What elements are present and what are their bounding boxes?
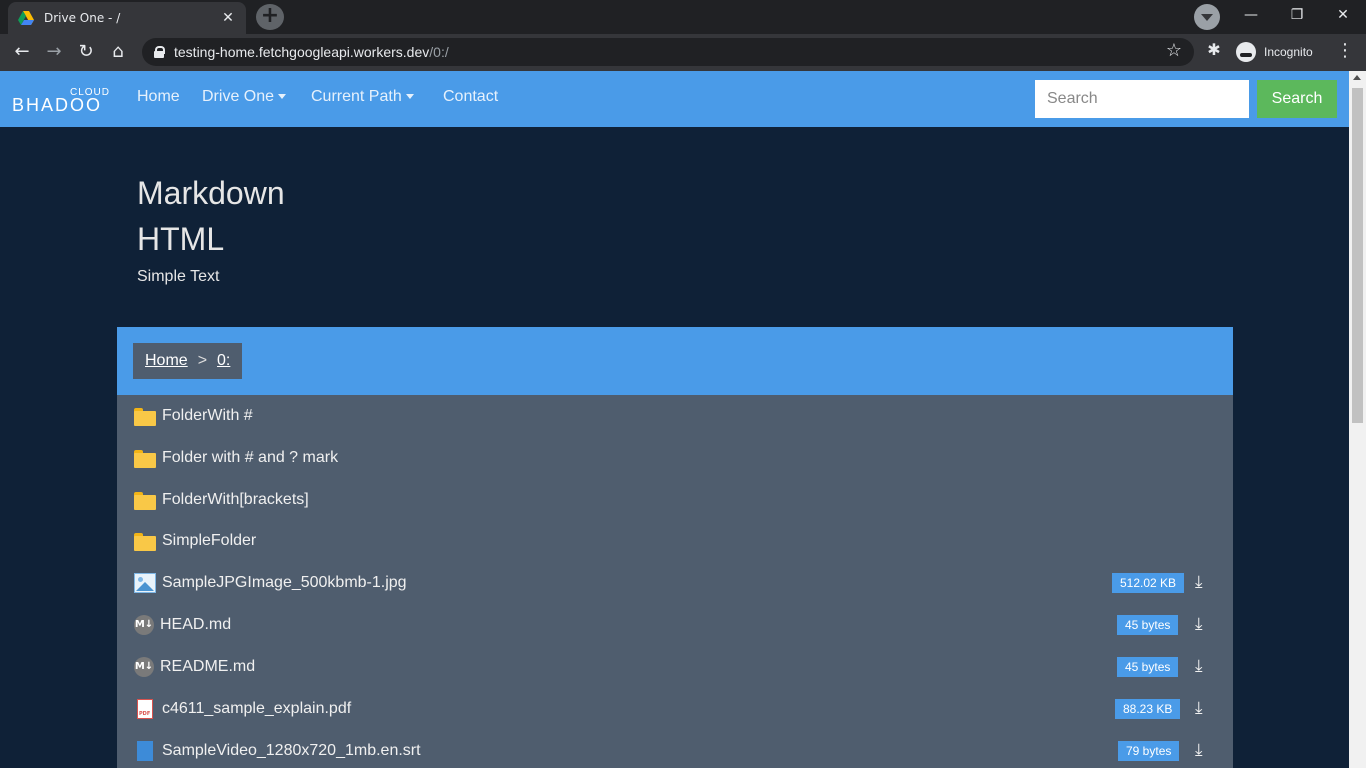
url-host: testing-home.fetchgoogleapi.workers.dev: [174, 44, 430, 60]
pdf-file-icon: [137, 699, 153, 719]
tab-title: Drive One - /: [44, 11, 121, 25]
tab-close-icon[interactable]: ✕: [220, 10, 236, 26]
browser-tab-strip: Drive One - / ✕ + — ❐ ✕: [0, 0, 1366, 34]
site-navbar: CLOUD BHADOO Home Drive One Current Path…: [0, 71, 1349, 127]
incognito-icon: [1236, 42, 1256, 62]
readme-heading-html: HTML: [137, 221, 225, 257]
page-viewport: CLOUD BHADOO Home Drive One Current Path…: [0, 71, 1349, 768]
list-item[interactable]: FolderWith[brackets]: [117, 479, 1233, 521]
file-name: SampleVideo_1280x720_1mb.en.srt: [162, 742, 421, 759]
incognito-indicator[interactable]: Incognito: [1232, 39, 1321, 65]
google-drive-icon: [18, 11, 34, 25]
bookmark-star-icon[interactable]: ☆: [1166, 40, 1182, 61]
url-path: /0:/: [429, 44, 449, 60]
markdown-file-icon: M↓: [134, 615, 154, 635]
restore-button[interactable]: ❐: [1274, 0, 1320, 30]
forward-icon[interactable]: →: [42, 40, 66, 64]
download-icon[interactable]: [1195, 740, 1213, 760]
list-item[interactable]: M↓ HEAD.md 45 bytes: [117, 604, 1233, 646]
address-bar[interactable]: testing-home.fetchgoogleapi.workers.dev /…: [142, 38, 1194, 66]
site-logo[interactable]: CLOUD BHADOO: [12, 87, 112, 115]
tab-search-icon[interactable]: [1194, 4, 1220, 30]
incognito-label: Incognito: [1264, 45, 1313, 59]
file-name: FolderWith[brackets]: [162, 491, 309, 508]
reload-icon[interactable]: ↻: [74, 40, 98, 64]
extensions-icon[interactable]: ✱: [1204, 40, 1224, 60]
list-item[interactable]: Folder with # and ? mark: [117, 437, 1233, 479]
folder-icon: [134, 406, 156, 426]
breadcrumb-separator: >: [197, 352, 208, 369]
scrollbar-thumb[interactable]: [1352, 88, 1363, 423]
file-list-header: Home > 0:: [117, 327, 1233, 395]
file-size-badge: 88.23 KB: [1115, 699, 1181, 719]
file-name: README.md: [160, 658, 256, 675]
nav-home-link[interactable]: Home: [137, 88, 180, 106]
list-item[interactable]: SampleVideo_1280x720_1mb.en.srt 79 bytes: [117, 730, 1233, 768]
breadcrumb: Home > 0:: [133, 343, 243, 379]
browser-menu-icon[interactable]: ⋮: [1336, 40, 1354, 61]
list-item[interactable]: c4611_sample_explain.pdf 88.23 KB: [117, 688, 1233, 730]
nav-drive-dropdown[interactable]: Drive One: [202, 88, 287, 106]
download-icon[interactable]: [1195, 698, 1213, 718]
search-input[interactable]: [1035, 80, 1249, 118]
lock-icon: [154, 46, 165, 58]
folder-icon: [134, 448, 156, 468]
file-name: Folder with # and ? mark: [162, 449, 339, 466]
nav-drive-label: Drive One: [202, 88, 275, 105]
download-icon[interactable]: [1195, 572, 1213, 592]
breadcrumb-home-link[interactable]: Home: [145, 352, 188, 370]
list-item[interactable]: SampleJPGImage_500kbmb-1.jpg 512.02 KB: [117, 562, 1233, 604]
browser-tab[interactable]: Drive One - / ✕: [8, 2, 246, 34]
readme-heading-markdown: Markdown: [137, 175, 285, 211]
file-size-badge: 45 bytes: [1117, 615, 1179, 635]
home-icon[interactable]: ⌂: [106, 40, 130, 64]
list-item[interactable]: M↓ README.md 45 bytes: [117, 646, 1233, 688]
list-item[interactable]: FolderWith #: [117, 395, 1233, 437]
breadcrumb-current-link[interactable]: 0:: [217, 352, 230, 370]
back-icon[interactable]: ←: [10, 40, 34, 64]
file-list: Home > 0: FolderWith # Folder with # and…: [117, 327, 1233, 768]
file-name: FolderWith #: [162, 407, 253, 424]
chevron-down-icon: [405, 94, 414, 100]
list-item[interactable]: SimpleFolder: [117, 520, 1233, 562]
image-file-icon: [134, 573, 156, 593]
nav-contact-link[interactable]: Contact: [443, 88, 498, 106]
readme-paragraph: Simple Text: [137, 268, 220, 285]
download-icon[interactable]: [1195, 656, 1213, 676]
page-scrollbar[interactable]: [1349, 71, 1366, 768]
nav-current-path-dropdown[interactable]: Current Path: [311, 88, 414, 106]
nav-current-path-label: Current Path: [311, 88, 402, 105]
file-name: SimpleFolder: [162, 532, 257, 549]
logo-brand-text: BHADOO: [12, 95, 103, 115]
folder-icon: [134, 531, 156, 551]
file-name: c4611_sample_explain.pdf: [162, 700, 352, 717]
subtitle-file-icon: [137, 741, 153, 761]
browser-toolbar: ← → ↻ ⌂ testing-home.fetchgoogleapi.work…: [0, 34, 1366, 71]
download-icon[interactable]: [1195, 614, 1213, 634]
search-button[interactable]: Search: [1257, 80, 1337, 118]
scroll-up-arrow-icon[interactable]: [1353, 75, 1361, 80]
close-window-button[interactable]: ✕: [1320, 0, 1366, 30]
new-tab-button[interactable]: +: [256, 4, 284, 30]
folder-icon: [134, 490, 156, 510]
file-name: HEAD.md: [160, 616, 232, 633]
markdown-file-icon: M↓: [134, 657, 154, 677]
file-name: SampleJPGImage_500kbmb-1.jpg: [162, 574, 407, 591]
file-size-badge: 79 bytes: [1118, 741, 1180, 761]
chevron-down-icon: [278, 94, 287, 100]
file-size-badge: 512.02 KB: [1112, 573, 1185, 593]
file-size-badge: 45 bytes: [1117, 657, 1179, 677]
minimize-button[interactable]: —: [1228, 0, 1274, 30]
